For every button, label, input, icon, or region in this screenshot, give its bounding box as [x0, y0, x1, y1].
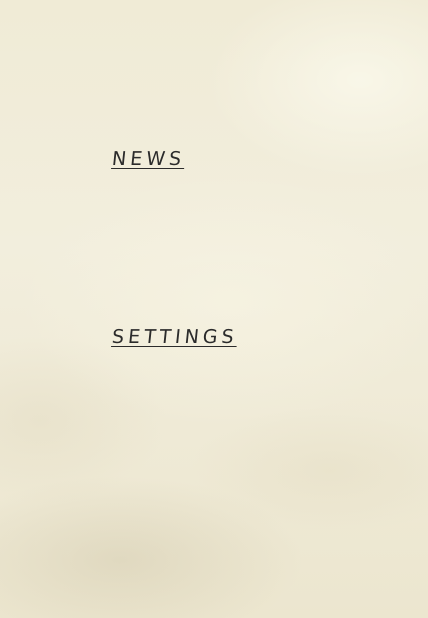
menu-item-news[interactable]: NEWS: [111, 148, 186, 170]
main-menu: NEWS SETTINGS: [0, 0, 428, 618]
menu-item-settings[interactable]: SETTINGS: [111, 326, 239, 348]
